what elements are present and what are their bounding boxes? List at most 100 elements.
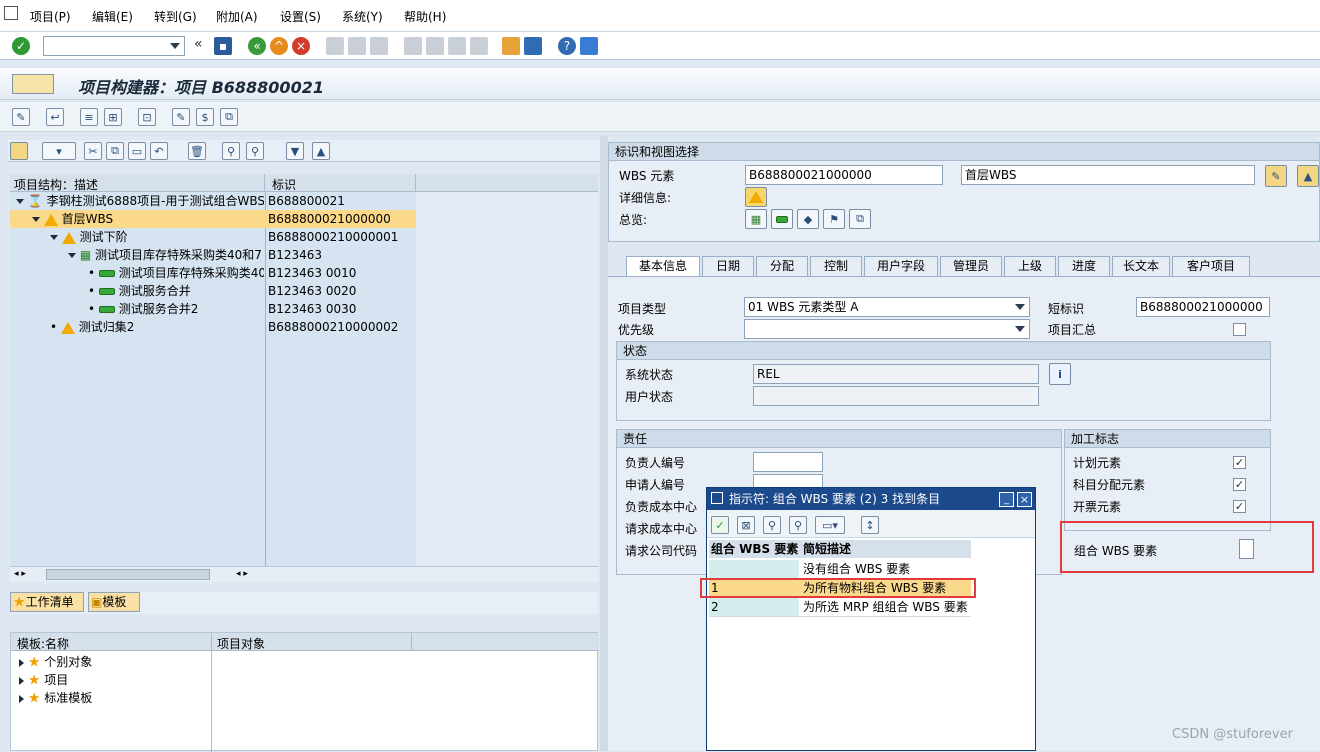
find-icon[interactable]: [348, 37, 366, 55]
worklist-button[interactable]: ★工作清单: [10, 592, 84, 612]
tab-customer-project[interactable]: 客户项目: [1172, 256, 1250, 276]
system-status-field[interactable]: REL: [753, 364, 1039, 384]
dialog-sort-icon[interactable]: ↕: [861, 516, 879, 534]
billing-element-checkbox[interactable]: ✓: [1233, 500, 1246, 513]
dialog-find-icon[interactable]: ⚲: [763, 516, 781, 534]
overview-milestone-icon[interactable]: ⚑: [823, 209, 845, 229]
tab-progress[interactable]: 进度: [1058, 256, 1110, 276]
open-folder-icon[interactable]: [10, 142, 28, 160]
network-icon[interactable]: ⊡: [138, 108, 156, 126]
search-icon[interactable]: ⚲: [222, 142, 240, 160]
template-item[interactable]: ★ 项目: [19, 671, 68, 690]
short-id-field[interactable]: B688800021000000: [1136, 297, 1270, 317]
menu-goto[interactable]: 转到(G): [154, 8, 197, 25]
tree-row[interactable]: • 测试服务合并 B123463 0020: [10, 282, 598, 300]
next-page-icon[interactable]: [448, 37, 466, 55]
back-icon[interactable]: «: [248, 37, 266, 55]
help-icon[interactable]: ?: [558, 37, 576, 55]
template-col-object[interactable]: 项目对象: [217, 635, 265, 652]
structure-icon[interactable]: ⊞: [104, 108, 122, 126]
dialog-confirm-icon[interactable]: ✓: [711, 516, 729, 534]
tab-assignments[interactable]: 分配: [756, 256, 808, 276]
confirm-icon[interactable]: ✓: [12, 37, 30, 55]
responsible-person-field[interactable]: [753, 452, 823, 472]
tab-basic[interactable]: 基本信息: [626, 256, 700, 276]
tab-admin[interactable]: 管理员: [940, 256, 1002, 276]
cost-icon[interactable]: $: [196, 108, 214, 126]
new-session-icon[interactable]: [502, 37, 520, 55]
planning-element-checkbox[interactable]: ✓: [1233, 456, 1246, 469]
user-status-field[interactable]: [753, 386, 1039, 406]
tree-row[interactable]: • 测试服务合并2 B123463 0030: [10, 300, 598, 318]
first-page-icon[interactable]: [404, 37, 422, 55]
edit-icon[interactable]: ✎: [172, 108, 190, 126]
menu-system[interactable]: 系统(Y): [342, 8, 383, 25]
undo-icon[interactable]: ↶: [150, 142, 168, 160]
close-icon[interactable]: ×: [1017, 492, 1032, 507]
menu-edit[interactable]: 编辑(E): [92, 8, 133, 25]
tree-col-desc[interactable]: 项目结构：描述: [14, 176, 98, 193]
copy-object-icon[interactable]: ⧉: [106, 142, 124, 160]
save-icon[interactable]: ▪: [214, 37, 232, 55]
overview-hierarchy-icon[interactable]: ▦: [745, 209, 767, 229]
cancel-icon[interactable]: ×: [292, 37, 310, 55]
previous-page-icon[interactable]: [426, 37, 444, 55]
hierarchy-icon[interactable]: ≡: [80, 108, 98, 126]
project-summary-checkbox[interactable]: [1233, 323, 1246, 336]
menu-extras[interactable]: 附加(A): [216, 8, 258, 25]
col-group-wbs[interactable]: 组合 WBS 要素: [711, 540, 798, 558]
overview-doc-icon[interactable]: ⧉: [849, 209, 871, 229]
dialog-find-next-icon[interactable]: ⚲: [789, 516, 807, 534]
priority-select[interactable]: [744, 319, 1030, 339]
project-type-select[interactable]: 01 WBS 元素类型 A: [744, 297, 1030, 317]
tree-scrollbar[interactable]: ◂ ▸ ◂ ▸: [10, 566, 598, 582]
customize-layout-icon[interactable]: [580, 37, 598, 55]
col-short-desc[interactable]: 简短描述: [803, 540, 851, 558]
other-project-icon[interactable]: ↩: [46, 108, 64, 126]
wbs-description-field[interactable]: 首层WBS: [961, 165, 1255, 185]
menu-project[interactable]: 项目(P): [30, 8, 71, 25]
tab-superior[interactable]: 上级: [1004, 256, 1056, 276]
pane-splitter[interactable]: [600, 136, 608, 751]
tab-user-fields[interactable]: 用户字段: [864, 256, 938, 276]
dialog-cancel-icon[interactable]: ⊠: [737, 516, 755, 534]
template-item[interactable]: ★ 标准模板: [19, 689, 92, 708]
tab-long-text[interactable]: 长文本: [1112, 256, 1170, 276]
dialog-row[interactable]: 2 为所选 MRP 组组合 WBS 要素: [709, 598, 971, 617]
dialog-print-icon[interactable]: ▭▾: [815, 516, 845, 534]
screen-menu-icon[interactable]: [12, 74, 54, 94]
expand-icon[interactable]: ▼: [286, 142, 304, 160]
tab-control[interactable]: 控制: [810, 256, 862, 276]
paste-icon[interactable]: ▭: [128, 142, 146, 160]
delete-icon[interactable]: 🗑: [188, 142, 206, 160]
create-icon[interactable]: ▾: [42, 142, 76, 160]
command-field[interactable]: [43, 36, 185, 56]
template-item[interactable]: ★ 个别对象: [19, 653, 92, 672]
exit-icon[interactable]: ^: [270, 37, 288, 55]
template-button[interactable]: ▣模板: [88, 592, 140, 612]
last-page-icon[interactable]: [470, 37, 488, 55]
overview-wbs-icon[interactable]: [771, 209, 793, 229]
detail-warning-icon[interactable]: [745, 187, 767, 207]
menu-help[interactable]: 帮助(H): [404, 8, 446, 25]
tree-col-id[interactable]: 标识: [272, 176, 296, 193]
cut-icon[interactable]: ✂: [84, 142, 102, 160]
dialog-menu-icon[interactable]: [711, 492, 723, 504]
tab-dates[interactable]: 日期: [702, 256, 754, 276]
search-next-icon[interactable]: ⚲: [246, 142, 264, 160]
shortcut-icon[interactable]: [524, 37, 542, 55]
image-icon[interactable]: ▲: [1297, 165, 1319, 187]
copy-icon[interactable]: ⧉: [220, 108, 238, 126]
tree-row[interactable]: • 测试项目库存特殊采购类40 B123463 0010: [10, 264, 598, 282]
wbs-element-field[interactable]: B688800021000000: [745, 165, 943, 185]
tree-row[interactable]: ▦ 测试项目库存特殊采购类40和7 B123463: [10, 246, 598, 264]
edit-wbs-icon[interactable]: ✎: [1265, 165, 1287, 187]
collapse-icon[interactable]: «: [194, 36, 203, 52]
tree-row[interactable]: 测试下阶 B6888000210000001: [10, 228, 598, 246]
info-icon[interactable]: i: [1049, 363, 1071, 385]
collapse-tree-icon[interactable]: ▲: [312, 142, 330, 160]
print-icon[interactable]: [326, 37, 344, 55]
tree-row[interactable]: ⌛ 李钢柱测试6888项目-用于测试组合WBS B688800021: [10, 192, 598, 210]
minimize-icon[interactable]: _: [999, 492, 1014, 507]
app-menu-icon[interactable]: [4, 6, 18, 20]
